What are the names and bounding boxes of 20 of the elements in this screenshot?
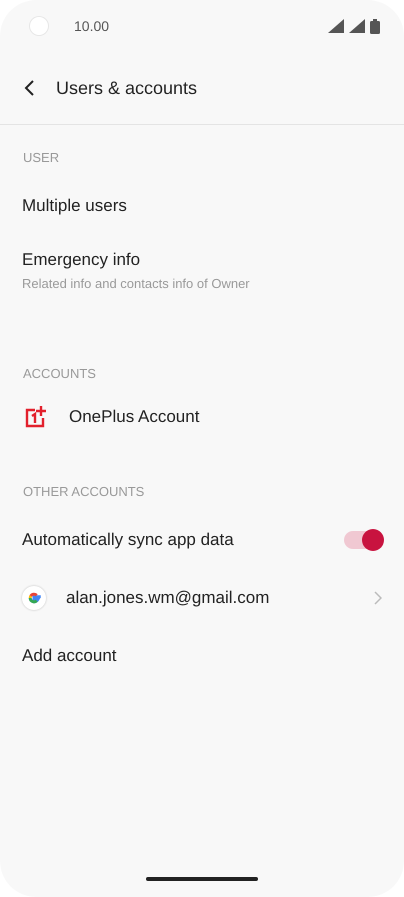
- google-icon: [22, 586, 46, 610]
- setting-label[interactable]: Multiple users: [22, 195, 382, 217]
- battery-icon: [370, 18, 380, 34]
- setting-label[interactable]: Add account: [22, 645, 382, 667]
- setting-description: Related info and contacts info of Owner: [22, 275, 251, 293]
- setting-label[interactable]: Automatically sync app data: [22, 529, 344, 551]
- section-header: USER: [22, 149, 60, 167]
- signal-icon: [349, 19, 365, 33]
- page-title: Users & accounts: [56, 78, 198, 98]
- camera-icon: [30, 17, 48, 35]
- signal-icon: [328, 19, 344, 33]
- toggle-switch[interactable]: [344, 531, 382, 549]
- logo-icon: [25, 406, 47, 428]
- status-time: 10.00: [74, 18, 110, 34]
- setting-label[interactable]: alan.jones.wm@gmail.com: [66, 587, 374, 609]
- section-header: OTHER ACCOUNTS: [22, 483, 146, 501]
- chevron-icon: [374, 591, 382, 605]
- setting-label[interactable]: Emergency info: [22, 249, 382, 271]
- setting-label[interactable]: OnePlus Account: [69, 406, 382, 428]
- section-header: ACCOUNTS: [22, 365, 97, 383]
